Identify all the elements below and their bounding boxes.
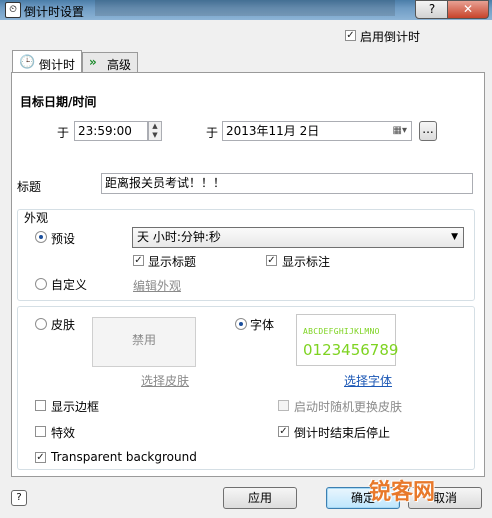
- title-label: 标题: [17, 180, 42, 194]
- show-marks-label: 显示标注: [282, 255, 331, 269]
- stop-on-end-label: 倒计时结束后停止: [294, 426, 391, 440]
- effects-checkbox[interactable]: [35, 426, 46, 437]
- app-icon: ⏲: [5, 2, 21, 18]
- font-preview-letters: ABCDEFGHIJKLMNO: [303, 327, 380, 336]
- preset-select[interactable]: 天 小时:分钟:秒 ▼: [132, 227, 464, 248]
- font-preview-digits: 0123456789: [303, 341, 399, 359]
- enable-countdown-checkbox[interactable]: [345, 30, 356, 41]
- date-picker[interactable]: 2013年11月 2日 ▦▾: [222, 121, 412, 141]
- tab-advanced-label: 高级: [107, 58, 132, 72]
- random-skin-checkbox[interactable]: [278, 400, 289, 411]
- show-title-checkbox[interactable]: [133, 255, 144, 266]
- choose-skin-link[interactable]: 选择皮肤: [141, 372, 189, 389]
- transparent-bg-label: Transparent background: [51, 450, 197, 464]
- random-skin-label: 启动时随机更换皮肤: [294, 400, 403, 414]
- time-spinner[interactable]: ▲ ▼: [148, 121, 162, 141]
- window-title: 倒计时设置: [24, 5, 85, 19]
- clock-icon: 🕒: [19, 55, 36, 70]
- help-icon[interactable]: ?: [11, 490, 27, 506]
- date-value: 2013年11月 2日: [226, 124, 320, 138]
- tab-countdown-label: 倒计时: [39, 58, 76, 72]
- spin-down-icon[interactable]: ▼: [149, 131, 161, 140]
- title-input[interactable]: 距离报关员考试！！！: [101, 173, 473, 194]
- appearance-heading: 外观: [24, 211, 49, 225]
- date-browse-button[interactable]: ...: [419, 121, 437, 141]
- preset-label: 预设: [51, 232, 76, 246]
- choose-font-link[interactable]: 选择字体: [344, 372, 392, 389]
- spin-up-icon[interactable]: ▲: [149, 122, 161, 131]
- font-radio[interactable]: [235, 318, 247, 330]
- time-prefix: 于: [57, 126, 70, 140]
- show-title-label: 显示标题: [148, 255, 197, 269]
- show-marks-checkbox[interactable]: [266, 255, 277, 266]
- help-button[interactable]: ?: [415, 0, 449, 19]
- target-heading: 目标日期/时间: [20, 95, 97, 109]
- preset-select-value: 天 小时:分钟:秒: [137, 230, 221, 244]
- tab-advanced[interactable]: » 高级: [82, 52, 138, 72]
- double-chevron-icon: »: [89, 55, 97, 69]
- font-label: 字体: [250, 318, 275, 332]
- date-prefix: 于: [206, 126, 219, 140]
- font-preview: ABCDEFGHIJKLMNO 0123456789: [296, 314, 399, 366]
- transparent-bg-checkbox[interactable]: [35, 452, 46, 463]
- watermark-logo: 锐客网: [369, 480, 436, 505]
- skin-radio[interactable]: [35, 318, 47, 330]
- effects-label: 特效: [51, 426, 76, 440]
- skin-group: [17, 306, 475, 470]
- close-button[interactable]: ✕: [447, 0, 489, 19]
- title-bar-shadow: [95, 0, 395, 16]
- skin-preview: 禁用: [92, 317, 196, 367]
- show-border-checkbox[interactable]: [35, 400, 46, 411]
- enable-countdown-label: 启用倒计时: [360, 30, 421, 44]
- skin-disabled-text: 禁用: [131, 333, 156, 347]
- custom-label: 自定义: [51, 278, 88, 292]
- skin-label: 皮肤: [51, 318, 76, 332]
- stop-on-end-checkbox[interactable]: [278, 426, 289, 437]
- calendar-dropdown-icon[interactable]: ▦▾: [393, 122, 407, 140]
- preset-radio[interactable]: [35, 231, 47, 243]
- edit-appearance-link[interactable]: 编辑外观: [133, 277, 181, 294]
- dropdown-arrow-icon: ▼: [451, 232, 458, 242]
- time-input[interactable]: 23:59:00: [74, 121, 148, 141]
- tab-countdown[interactable]: 🕒 倒计时: [12, 50, 82, 74]
- apply-button[interactable]: 应用: [223, 487, 297, 509]
- custom-radio[interactable]: [35, 278, 47, 290]
- show-border-label: 显示边框: [51, 400, 100, 414]
